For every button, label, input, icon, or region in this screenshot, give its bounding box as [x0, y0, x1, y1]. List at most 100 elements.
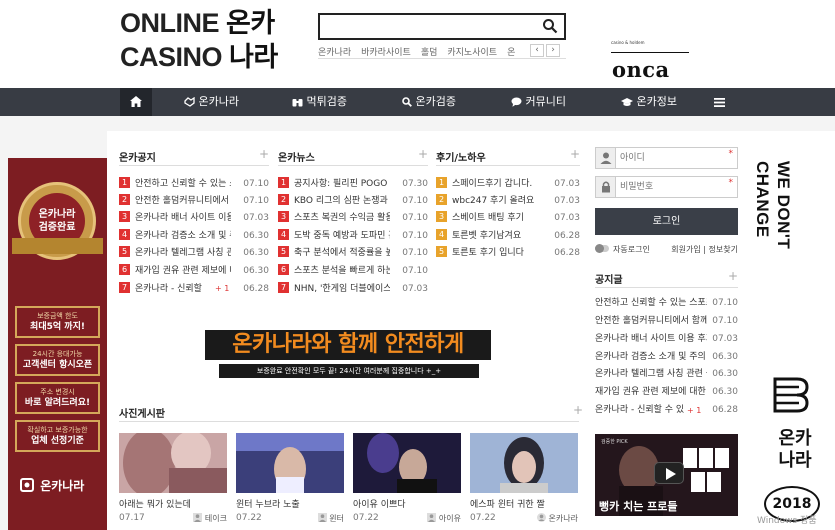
post-date: 06.30	[712, 387, 738, 397]
list-item[interactable]: 1 안전하고 신뢰할 수 있는 스포츠 07.10	[119, 177, 269, 191]
banner-feature-box: 보증금액 한도 최대5억 까지!	[15, 306, 100, 338]
keyword-link[interactable]: 홀덤	[421, 48, 438, 58]
keyword-next-button[interactable]: ›	[546, 44, 560, 57]
photo-card[interactable]: 윈터 누브라 노출 07.22 윈터	[236, 433, 344, 523]
join-link[interactable]: 회원가입	[671, 245, 700, 254]
photo-card[interactable]: 에스파 윈터 귀한 짤 07.22 온카나라	[470, 433, 578, 523]
keyword-link[interactable]: 바카라사이트	[361, 48, 411, 58]
keyword-link[interactable]: 카지노사이트	[447, 48, 497, 58]
list-item[interactable]: 2 wbc247 후기 올려요 07.03	[436, 194, 580, 208]
list-item[interactable]: 1 스페이드후기 갑니다. 07.03	[436, 177, 580, 191]
board-title[interactable]: 후기/노하우	[436, 149, 486, 164]
find-info-link[interactable]: 정보찾기	[709, 245, 738, 254]
list-item[interactable]: 5 축구 분석에서 적중률을 높이는 07.10	[278, 246, 428, 260]
search-icon[interactable]	[542, 18, 558, 34]
photo-date: 07.22	[236, 513, 262, 523]
more-button[interactable]: +	[418, 147, 428, 161]
right-side-banner[interactable]: WE DON'T CHANGE 온카 나라 2018	[750, 131, 835, 530]
rank-badge: 2	[119, 194, 130, 205]
list-item[interactable]: 온카나라 배너 사이트 이용 후기 07.03	[595, 333, 738, 346]
list-item[interactable]: 5 토른토 후기 입니다 06.28	[436, 246, 580, 260]
list-item[interactable]: 온카나라 텔레그램 사칭 관련 공지 06.30	[595, 368, 738, 381]
post-title: 안전하고 신뢰할 수 있는 스포츠	[595, 298, 707, 308]
list-item[interactable]: 6 스포츠 분석을 빠르게 하는 방법 07.10	[278, 264, 428, 278]
promo-banner[interactable]: 온카나라와 함께 안전하게 보증완료 안전확인 모두 끝! 24시간 여러분께 …	[205, 330, 491, 382]
keyword-link[interactable]: 온카나라	[318, 48, 351, 58]
more-button[interactable]: +	[570, 147, 580, 161]
binoculars-icon	[292, 99, 303, 107]
login-password-field: *	[595, 176, 738, 198]
nav-item-community[interactable]: 커뮤니티	[511, 88, 566, 116]
hamburger-icon	[714, 98, 725, 107]
brand-mark-icon	[20, 478, 34, 492]
list-item[interactable]: 7 온카나라 - 신뢰할 + 1 06.28	[119, 282, 269, 296]
rank-badge: 1	[119, 177, 130, 188]
list-item[interactable]: 7 NHN, '한게임 더블에이스' 07.03	[278, 282, 428, 296]
nav-menu-button[interactable]	[714, 88, 725, 116]
onca-magazine-logo[interactable]: casino & holdem onca	[611, 40, 691, 84]
login-id-field: *	[595, 147, 738, 169]
nav-item-onkanara[interactable]: 온카나라	[184, 88, 239, 116]
nav-item-onkainfo[interactable]: 온카정보	[621, 88, 677, 116]
banner-feature-box: 24시간 응대가능 고객센터 항시오픈	[15, 344, 100, 376]
list-item[interactable]: 안전하고 신뢰할 수 있는 스포츠 07.10	[595, 297, 738, 310]
list-item[interactable]: 6 재가입 권유 관련 제보에 대한 06.30	[119, 264, 269, 278]
comment-count: + 1	[687, 406, 702, 415]
site-logo[interactable]: ONLINE 온카 CASINO 나라	[120, 4, 300, 72]
list-item[interactable]: 온카나라 - 신뢰할 수 있 + 1 06.28	[595, 404, 738, 417]
login-password-input[interactable]	[620, 177, 730, 197]
keyword-link[interactable]: 온	[507, 48, 515, 58]
board-title[interactable]: 온카뉴스	[278, 149, 315, 164]
login-id-input[interactable]	[620, 148, 730, 168]
nav-item-meoktwi[interactable]: 먹튀검증	[292, 88, 347, 116]
list-item[interactable]: 안전한 홀덤커뮤니티에서 함께 07.10	[595, 315, 738, 328]
post-date: 07.10	[243, 196, 269, 206]
rank-badge: 3	[436, 211, 447, 222]
list-item[interactable]: 2 KBO 리그의 심판 논쟁과 개선 07.10	[278, 194, 428, 208]
list-item[interactable]: 2 안전한 홀덤커뮤니티에서 함께 07.10	[119, 194, 269, 208]
nav-home[interactable]	[120, 88, 152, 116]
list-item[interactable]: 4 도박 중독 예방과 도파민 관리 07.10	[278, 229, 428, 243]
logo-text-online: ONLINE	[120, 8, 220, 38]
board-title[interactable]: 사진게시판	[119, 405, 165, 420]
login-button[interactable]: 로그인	[595, 208, 738, 235]
post-title: 온카나라 검증소 소개 및 주의	[135, 231, 231, 241]
user-icon	[427, 513, 437, 522]
list-item[interactable]: 3 스베이트 배팅 후기 07.03	[436, 211, 580, 225]
list-item[interactable]: 1 공지사항: 필리핀 POGO 관련 07.30	[278, 177, 428, 191]
list-item[interactable]: 온카나라 검증소 소개 및 주의 06.30	[595, 351, 738, 364]
photo-card[interactable]: 아이유 이쁘다 07.22 아이유	[353, 433, 461, 523]
search-input[interactable]	[320, 15, 535, 38]
video-thumbnail[interactable]: 검증한 PICK 뻥카 치는 프로들	[595, 434, 738, 516]
post-date: 07.10	[402, 213, 428, 223]
list-item[interactable]: 재가입 권유 관련 제보에 대한 안내 06.30	[595, 386, 738, 399]
rank-badge: 4	[436, 229, 447, 240]
banner-brand-ko-text: 온카 나라	[778, 428, 812, 471]
play-icon[interactable]	[654, 462, 684, 484]
board-divider	[436, 165, 580, 166]
lock-icon	[602, 181, 610, 193]
post-date: 07.10	[402, 266, 428, 276]
left-side-banner[interactable]: 온카나라 검증완료 보증금액 한도 최대5억 까지! 24시간 응대가능 고객센터 항…	[8, 158, 107, 530]
list-item[interactable]: 5 온카나라 텔레그램 사칭 관련 공지 06.30	[119, 246, 269, 260]
more-button[interactable]: +	[259, 147, 269, 161]
board-title[interactable]: 공지글	[595, 271, 623, 286]
post-date: 06.30	[243, 248, 269, 258]
author-name: 아이유	[438, 514, 461, 523]
more-button[interactable]: +	[728, 269, 738, 283]
chat-icon	[511, 97, 522, 107]
banner-brand: 온카나라	[20, 476, 100, 496]
list-item[interactable]: 3 스포츠 복권의 수익금 활용 07.10	[278, 211, 428, 225]
board-title[interactable]: 온카공지	[119, 149, 156, 164]
post-title: 온카나라 배너 사이트 이용 후기	[135, 213, 231, 223]
nav-item-onkaverify[interactable]: 온카검증	[402, 88, 456, 116]
list-item[interactable]: 3 온카나라 배너 사이트 이용 후기 07.03	[119, 211, 269, 225]
auto-login-toggle[interactable]	[595, 244, 609, 253]
list-item[interactable]: 4 토른벳 후기남겨요 06.28	[436, 229, 580, 243]
list-item[interactable]: 4 온카나라 검증소 소개 및 주의 06.30	[119, 229, 269, 243]
more-button[interactable]: +	[573, 403, 583, 417]
photo-card[interactable]: 아래는 뭐가 있는데 07.17 테이크	[119, 429, 227, 523]
feature-sub: 보증금액 한도	[37, 312, 78, 320]
photo-author: 아이유	[427, 513, 461, 524]
keyword-prev-button[interactable]: ‹	[530, 44, 544, 57]
